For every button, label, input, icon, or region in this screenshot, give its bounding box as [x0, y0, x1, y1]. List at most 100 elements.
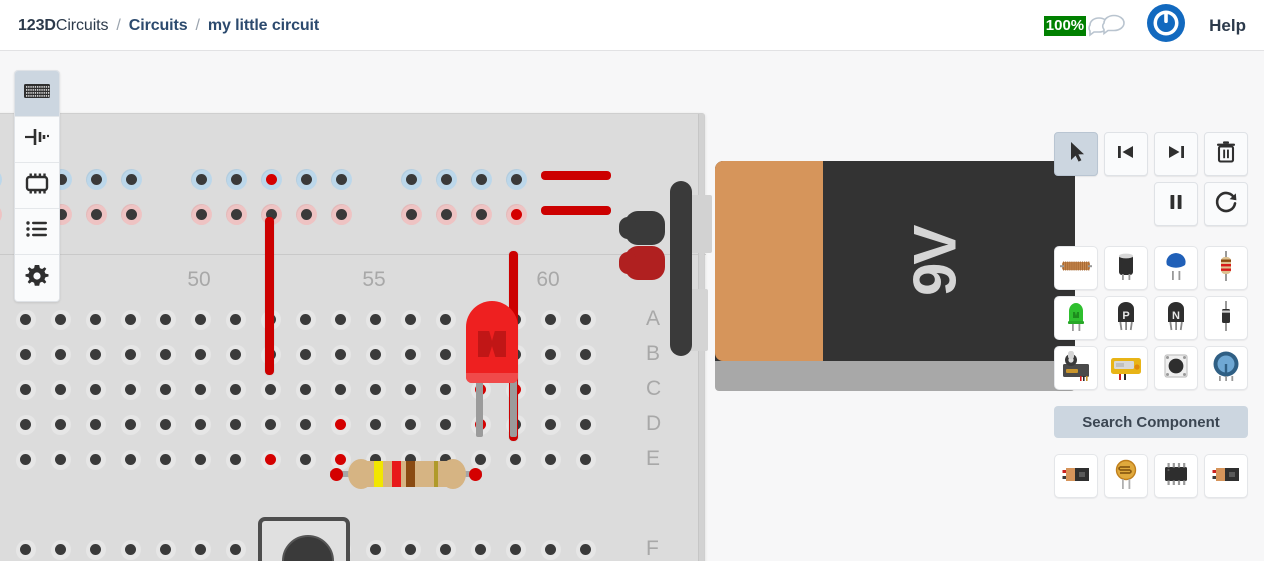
- breadboard-hole[interactable]: [294, 378, 316, 400]
- pause-simulation-button[interactable]: [1154, 182, 1198, 226]
- wire-to-battery-positive[interactable]: [541, 206, 611, 215]
- red-led[interactable]: [466, 301, 522, 441]
- battery-connector[interactable]: [619, 161, 720, 361]
- breadboard-hole[interactable]: [435, 168, 457, 190]
- breadboard-hole[interactable]: [224, 308, 246, 330]
- breadboard-hole[interactable]: [224, 343, 246, 365]
- breadboard-hole[interactable]: [189, 343, 211, 365]
- breadboard-hole[interactable]: [14, 413, 36, 435]
- 9v-battery[interactable]: 9V: [715, 161, 1075, 391]
- breadboard-hole[interactable]: [330, 168, 352, 190]
- breadboard-hole[interactable]: [224, 378, 246, 400]
- breadboard-hole[interactable]: [434, 413, 456, 435]
- breadboard-hole[interactable]: [119, 538, 141, 560]
- breadboard-hole[interactable]: [189, 378, 211, 400]
- palette-item-photoresistor[interactable]: [1104, 454, 1148, 498]
- power-button-icon[interactable]: [1145, 2, 1187, 49]
- pushbutton-cap[interactable]: [282, 535, 334, 561]
- breadboard-hole[interactable]: [399, 378, 421, 400]
- breadboard-hole[interactable]: [434, 378, 456, 400]
- palette-item-led[interactable]: [1054, 296, 1098, 340]
- breadboard-hole[interactable]: [14, 448, 36, 470]
- step-forward-button[interactable]: [1154, 132, 1198, 176]
- breadboard-hole[interactable]: [539, 308, 561, 330]
- breadboard-hole[interactable]: [574, 378, 596, 400]
- chat-bubbles-icon[interactable]: [1087, 14, 1125, 38]
- breadboard-hole[interactable]: [435, 203, 457, 225]
- breadboard-hole[interactable]: [190, 168, 212, 190]
- breadboard-hole[interactable]: [399, 308, 421, 330]
- left-toolbar-schematic-view[interactable]: [15, 117, 59, 163]
- breadboard-hole[interactable]: [504, 448, 526, 470]
- breadboard-hole[interactable]: [539, 538, 561, 560]
- breadboard-hole[interactable]: [259, 413, 281, 435]
- breadboard-hole[interactable]: [189, 413, 211, 435]
- breadboard-hole[interactable]: [14, 378, 36, 400]
- delete-button[interactable]: [1204, 132, 1248, 176]
- palette-item-integrated-circuit[interactable]: [1154, 454, 1198, 498]
- breadboard-hole[interactable]: [399, 413, 421, 435]
- left-toolbar-breadboard-view[interactable]: [15, 71, 59, 117]
- breadboard-hole[interactable]: [505, 203, 527, 225]
- breadboard-hole[interactable]: [574, 538, 596, 560]
- breadboard-hole[interactable]: [329, 343, 351, 365]
- breadboard-hole[interactable]: [84, 448, 106, 470]
- breadboard-hole[interactable]: [434, 538, 456, 560]
- breadboard-hole[interactable]: [49, 378, 71, 400]
- breadboard-hole[interactable]: [469, 538, 491, 560]
- circuit-canvas[interactable]: 50 55 60 A B C D E F 9V P N Search Compo…: [0, 51, 1264, 561]
- breadboard-hole[interactable]: [84, 538, 106, 560]
- breadboard-hole[interactable]: [119, 308, 141, 330]
- breadboard-hole[interactable]: [329, 378, 351, 400]
- palette-item-inductor[interactable]: [1054, 246, 1098, 290]
- breadboard-hole[interactable]: [49, 538, 71, 560]
- breadboard-hole[interactable]: [154, 538, 176, 560]
- zoom-level-badge[interactable]: 100%: [1043, 15, 1087, 36]
- breadboard-hole[interactable]: [505, 168, 527, 190]
- palette-item-battery-alt[interactable]: [1204, 454, 1248, 498]
- palette-item-pushbutton[interactable]: [1154, 346, 1198, 390]
- breadboard-hole[interactable]: [84, 378, 106, 400]
- breadboard-hole[interactable]: [84, 343, 106, 365]
- breadboard-hole[interactable]: [119, 343, 141, 365]
- breadboard-hole[interactable]: [85, 203, 107, 225]
- breadboard-hole[interactable]: [14, 538, 36, 560]
- palette-item-diode[interactable]: [1204, 296, 1248, 340]
- breadboard-hole[interactable]: [49, 448, 71, 470]
- breadboard-hole[interactable]: [14, 308, 36, 330]
- palette-item-ceramic-capacitor[interactable]: [1154, 246, 1198, 290]
- left-toolbar-pcb-view[interactable]: [15, 163, 59, 209]
- breadboard-hole[interactable]: [225, 168, 247, 190]
- breadboard-hole[interactable]: [225, 203, 247, 225]
- breadboard-hole[interactable]: [295, 168, 317, 190]
- breadboard-hole[interactable]: [224, 413, 246, 435]
- breadboard-hole[interactable]: [119, 413, 141, 435]
- breadboard-hole[interactable]: [470, 168, 492, 190]
- breadboard-hole[interactable]: [120, 168, 142, 190]
- breadboard-hole[interactable]: [154, 378, 176, 400]
- breadboard-hole[interactable]: [400, 168, 422, 190]
- breadboard-hole[interactable]: [504, 538, 526, 560]
- pushbutton[interactable]: [258, 517, 350, 561]
- breadboard-hole[interactable]: [329, 413, 351, 435]
- breadboard-hole[interactable]: [49, 308, 71, 330]
- breadboard-hole[interactable]: [189, 308, 211, 330]
- wire-vertical-left[interactable]: [265, 217, 274, 375]
- breadboard-hole[interactable]: [574, 308, 596, 330]
- breadboard-hole[interactable]: [154, 413, 176, 435]
- breadboard-hole[interactable]: [329, 308, 351, 330]
- breadboard-hole[interactable]: [294, 413, 316, 435]
- breadboard-hole[interactable]: [364, 343, 386, 365]
- left-toolbar-components-list[interactable]: [15, 209, 59, 255]
- palette-item-pnp-transistor[interactable]: P: [1104, 296, 1148, 340]
- breadboard-hole[interactable]: [84, 413, 106, 435]
- breadboard-hole[interactable]: [224, 448, 246, 470]
- breadboard-hole[interactable]: [190, 203, 212, 225]
- breadcrumb-link-circuits[interactable]: Circuits: [129, 17, 188, 35]
- breadboard-hole[interactable]: [399, 538, 421, 560]
- palette-item-multimeter[interactable]: [1104, 346, 1148, 390]
- breadboard-hole[interactable]: [364, 413, 386, 435]
- breadboard-hole[interactable]: [294, 448, 316, 470]
- breadboard-hole[interactable]: [539, 378, 561, 400]
- breadboard-hole[interactable]: [119, 378, 141, 400]
